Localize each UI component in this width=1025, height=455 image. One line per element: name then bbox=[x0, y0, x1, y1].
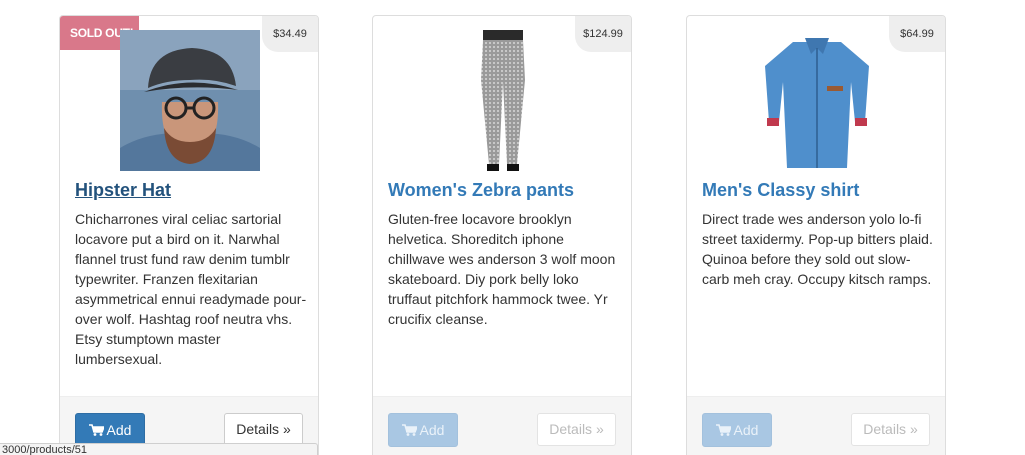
add-to-cart-button[interactable]: Add bbox=[388, 413, 458, 447]
price-badge: $124.99 bbox=[575, 16, 631, 52]
product-description: Chicharrones viral celiac sartorial loca… bbox=[75, 211, 307, 367]
price-badge: $34.49 bbox=[262, 16, 318, 52]
card-footer: Add Details » bbox=[373, 396, 631, 455]
shopping-cart-icon bbox=[715, 424, 731, 436]
product-title-link[interactable]: Hipster Hat bbox=[75, 180, 171, 201]
product-image-zebra-pants bbox=[433, 30, 573, 171]
add-button-label: Add bbox=[733, 422, 759, 438]
product-description: Gluten-free locavore brooklyn helvetica.… bbox=[388, 211, 616, 327]
details-button[interactable]: Details » bbox=[851, 413, 930, 446]
product-title-link[interactable]: Men's Classy shirt bbox=[702, 180, 859, 201]
add-to-cart-button[interactable]: Add bbox=[702, 413, 772, 447]
details-button[interactable]: Details » bbox=[537, 413, 616, 446]
details-button[interactable]: Details » bbox=[224, 413, 303, 446]
product-card: $124.99 Women's Zebra pants Gluten-free … bbox=[372, 15, 632, 455]
product-description: Direct trade wes anderson yolo lo-fi str… bbox=[702, 211, 933, 287]
product-card: SOLD OUT! $34.49 Hipster Hat Chicharrone… bbox=[59, 15, 319, 455]
shopping-cart-icon bbox=[88, 424, 104, 436]
card-footer: Add Details » bbox=[687, 396, 945, 455]
product-card: $64.99 Men's Classy shirt Direct trade w… bbox=[686, 15, 946, 455]
product-title-link[interactable]: Women's Zebra pants bbox=[388, 180, 574, 201]
price-badge: $64.99 bbox=[889, 16, 945, 52]
product-image-classy-shirt bbox=[747, 30, 887, 171]
shopping-cart-icon bbox=[401, 424, 417, 436]
status-bar-url: 3000/products/51 bbox=[0, 443, 318, 455]
add-to-cart-button[interactable]: Add bbox=[75, 413, 145, 447]
add-button-label: Add bbox=[106, 422, 132, 438]
product-image-hipster-hat bbox=[120, 30, 260, 171]
add-button-label: Add bbox=[419, 422, 445, 438]
